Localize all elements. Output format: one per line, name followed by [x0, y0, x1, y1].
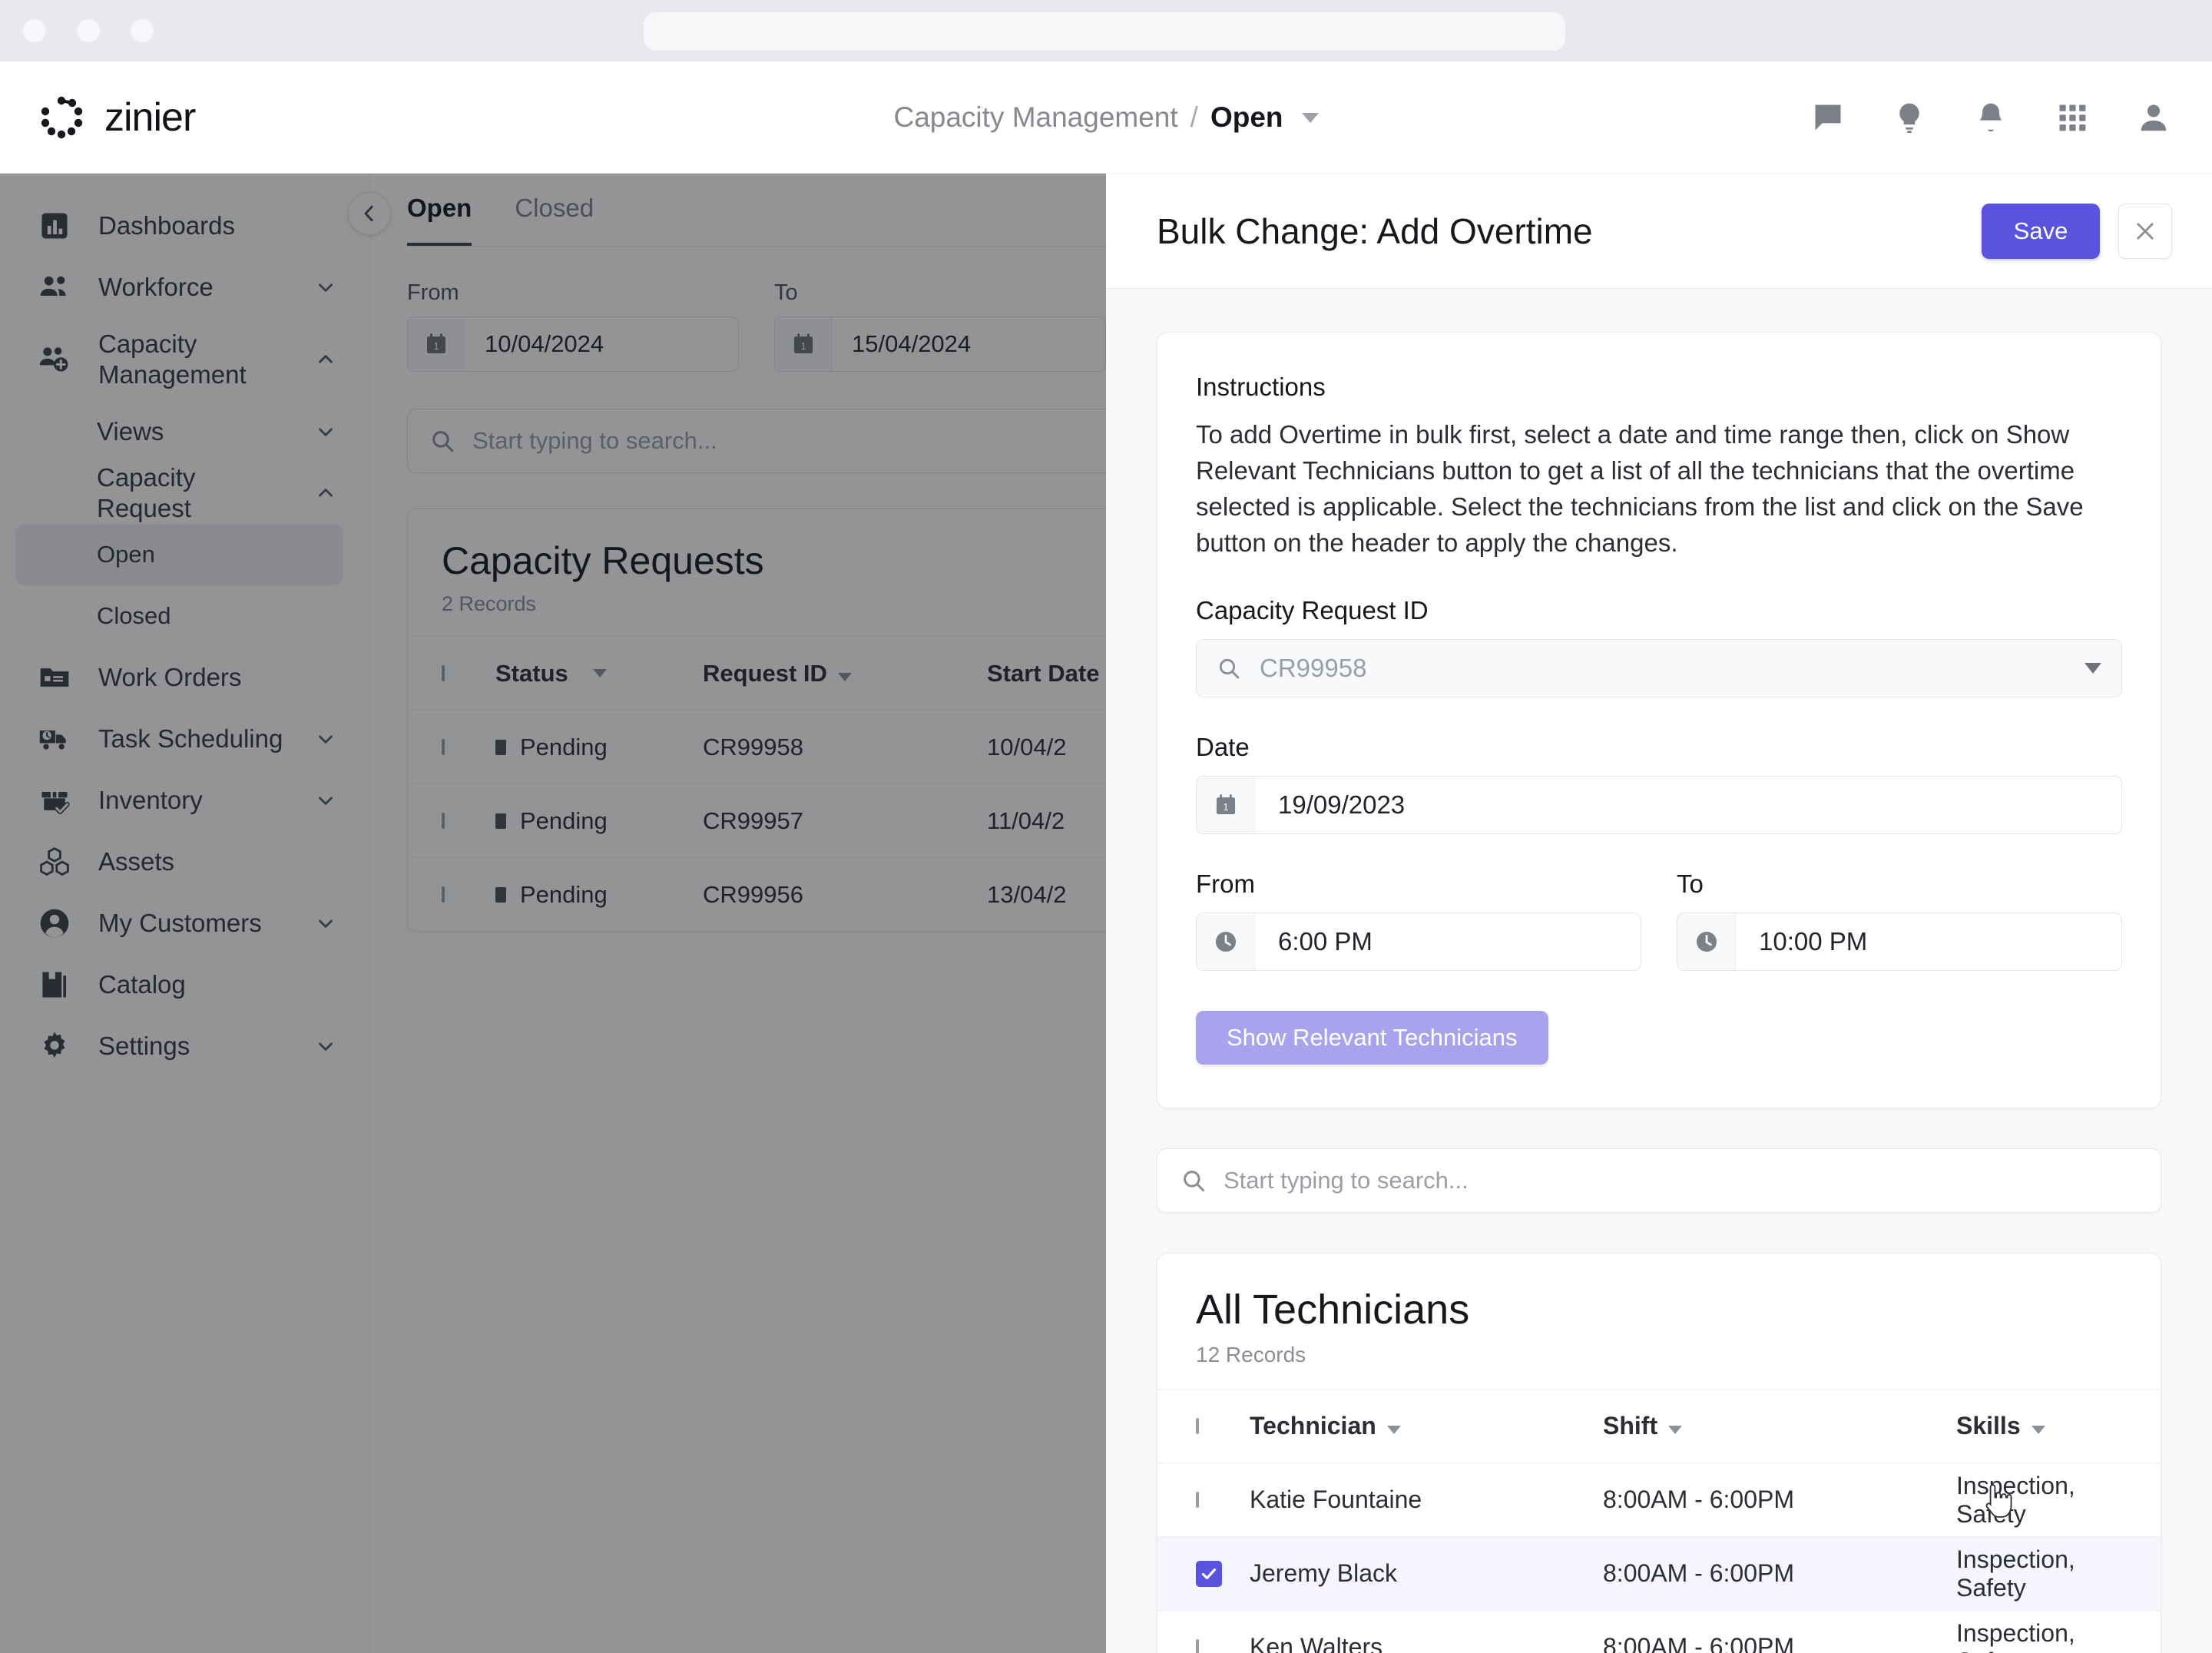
clock-icon [1677, 913, 1736, 971]
browser-chrome [0, 0, 2212, 61]
panel-body: Instructions To add Overtime in bulk fir… [1106, 289, 2212, 1653]
chevron-down-icon[interactable] [2085, 663, 2101, 674]
instructions-label: Instructions [1196, 373, 1326, 401]
cell-skills: Inspection, Safety [1956, 1618, 2075, 1653]
cell-technician-name: Ken Walters [1250, 1633, 1383, 1653]
cell-shift: 8:00AM - 6:00PM [1603, 1486, 1794, 1514]
sort-caret-icon[interactable] [1386, 1426, 1401, 1435]
window-maximize-button[interactable] [131, 19, 154, 42]
brand-name: zinier [104, 94, 196, 140]
app-screen: zinier Capacity Management / Open Dashbo… [0, 0, 2212, 1653]
save-button[interactable]: Save [1982, 203, 2100, 259]
svg-text:1: 1 [1223, 802, 1228, 813]
technician-row-checkbox[interactable] [1196, 1560, 1250, 1587]
to-time-label: To [1677, 870, 1704, 899]
technician-row-checkbox[interactable] [1196, 1491, 1250, 1508]
modal-overlay[interactable] [0, 174, 1106, 1653]
table-row[interactable]: Ken Walters 8:00AM - 6:00PM Inspection, … [1157, 1610, 2161, 1653]
brand-logo[interactable]: zinier [37, 92, 196, 143]
all-technicians-record-count: 12 Records [1196, 1343, 1306, 1367]
date-label: Date [1196, 733, 1250, 762]
technician-search-placeholder: Start typing to search... [1224, 1167, 1469, 1194]
clock-icon [1197, 913, 1255, 971]
mouse-cursor [1979, 1482, 2012, 1522]
technician-row-checkbox[interactable] [1196, 1638, 1250, 1653]
all-technicians-title: All Technicians [1196, 1287, 1470, 1333]
window-controls [23, 19, 154, 42]
notifications-icon[interactable] [1972, 99, 2009, 136]
show-relevant-technicians-button[interactable]: Show Relevant Technicians [1196, 1011, 1548, 1065]
technician-search-input[interactable]: Start typing to search... [1157, 1148, 2161, 1214]
date-value: 19/09/2023 [1278, 790, 1406, 820]
window-close-button[interactable] [23, 19, 46, 42]
from-time-value: 6:00 PM [1278, 927, 1373, 956]
search-icon [1217, 656, 1241, 681]
checkmark-icon [1196, 1560, 1222, 1587]
instructions-text: To add Overtime in bulk first, select a … [1196, 420, 2084, 557]
capacity-request-id-value: CR99958 [1260, 654, 1367, 683]
apps-grid-icon[interactable] [2054, 99, 2091, 136]
search-icon [1181, 1168, 1207, 1194]
cell-shift: 8:00AM - 6:00PM [1603, 1633, 1794, 1653]
all-technicians-card: All Technicians 12 Records Technician Sh… [1157, 1253, 2161, 1653]
technicians-header-row: Technician Shift Skills [1157, 1389, 2161, 1463]
close-icon[interactable] [2118, 203, 2172, 259]
capacity-request-id-field[interactable]: CR99958 [1196, 639, 2122, 698]
date-field[interactable]: 1 19/09/2023 [1196, 776, 2122, 835]
from-time-field[interactable]: 6:00 PM [1196, 913, 1641, 972]
capacity-request-id-label: Capacity Request ID [1196, 596, 1429, 625]
window-minimize-button[interactable] [77, 19, 100, 42]
bulk-change-panel: Bulk Change: Add Overtime Save Instructi… [1106, 174, 2212, 1653]
feedback-icon[interactable] [1810, 99, 1846, 136]
panel-header: Bulk Change: Add Overtime Save [1106, 174, 2212, 289]
column-header-technician[interactable]: Technician [1250, 1412, 1603, 1440]
from-time-label: From [1196, 870, 1255, 899]
select-all-technicians-checkbox[interactable] [1196, 1417, 1250, 1434]
instructions-card: Instructions To add Overtime in bulk fir… [1157, 332, 2161, 1109]
column-header-shift[interactable]: Shift [1603, 1412, 1956, 1440]
cell-technician-name: Katie Fountaine [1250, 1486, 1422, 1514]
sort-caret-icon[interactable] [1668, 1426, 1683, 1435]
all-technicians-header: All Technicians 12 Records [1157, 1254, 2161, 1389]
table-row[interactable]: Jeremy Black 8:00AM - 6:00PM Inspection,… [1157, 1536, 2161, 1611]
breadcrumb-separator: / [1190, 101, 1198, 133]
breadcrumb-current[interactable]: Open [1210, 101, 1283, 134]
cell-technician-name: Jeremy Black [1250, 1559, 1398, 1588]
calendar-icon: 1 [1197, 777, 1255, 834]
breadcrumb-parent[interactable]: Capacity Management [893, 101, 1177, 134]
sort-caret-icon[interactable] [2031, 1426, 2045, 1435]
to-time-field[interactable]: 10:00 PM [1677, 913, 2122, 972]
cell-shift: 8:00AM - 6:00PM [1603, 1559, 1794, 1588]
panel-title: Bulk Change: Add Overtime [1157, 210, 1593, 251]
header-actions [1810, 61, 2172, 174]
idea-icon[interactable] [1891, 99, 1928, 136]
app-header: zinier Capacity Management / Open [0, 61, 2212, 174]
user-avatar-icon[interactable] [2135, 99, 2172, 136]
cell-skills: Inspection, Safety [1956, 1545, 2075, 1602]
to-time-value: 10:00 PM [1759, 927, 1868, 956]
chevron-down-icon[interactable] [1301, 112, 1319, 123]
zinier-logo-icon [37, 92, 88, 143]
column-header-skills[interactable]: Skills [1956, 1412, 2122, 1440]
address-bar[interactable] [644, 12, 1565, 51]
